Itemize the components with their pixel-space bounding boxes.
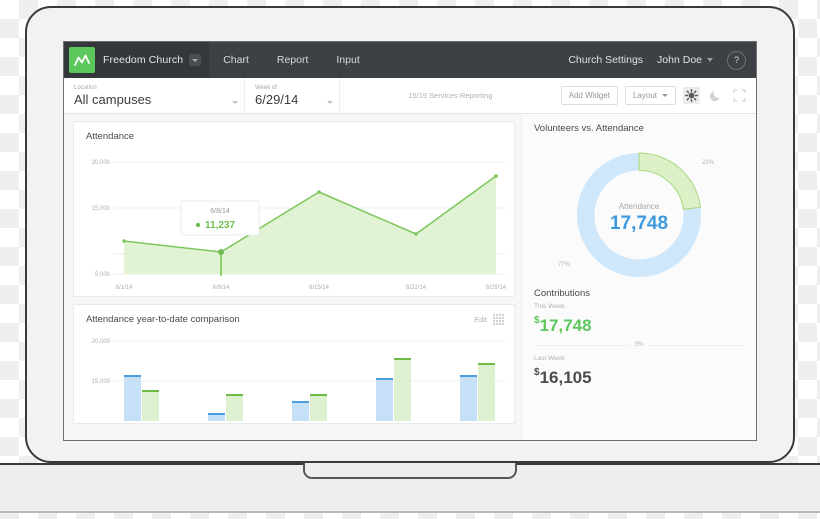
svg-text:20,000: 20,000 [92, 339, 111, 345]
week-chevron-down-icon [327, 101, 333, 104]
this-week-amount: $17,748 [534, 311, 744, 335]
drag-grid-icon[interactable] [493, 314, 504, 325]
nav-tabs: Chart Report Input [209, 42, 374, 78]
ytd-chart-title: Attendance year-to-date comparison [86, 314, 240, 325]
user-chevron-down-icon [707, 58, 713, 62]
location-chevron-down-icon [232, 101, 238, 104]
volunteers-card-title: Volunteers vs. Attendance [534, 123, 644, 134]
top-navbar: Freedom Church Chart Report Input Church… [64, 42, 756, 78]
app-screen: Freedom Church Chart Report Input Church… [63, 41, 757, 441]
contributions-card-title: Contributions [534, 288, 590, 299]
dashboard-content: Attendance 20,000 15,000 5,000 6/8/14 11… [64, 114, 756, 440]
services-reporting-status: 15/19 Services Reporting [408, 91, 493, 100]
brand-chevron-down-icon[interactable] [189, 54, 202, 66]
user-menu[interactable]: John Doe [657, 54, 713, 66]
attendance-area-chart: 20,000 15,000 5,000 6/8/14 11,237 6/1/14… [92, 160, 507, 291]
svg-text:20,000: 20,000 [92, 160, 111, 166]
week-select[interactable]: Week of 6/29/14 [245, 78, 340, 113]
attendance-chart-title: Attendance [86, 131, 135, 142]
svg-text:5,000: 5,000 [95, 272, 111, 278]
svg-text:15,000: 15,000 [92, 379, 111, 385]
svg-text:Attendance: Attendance [619, 202, 660, 211]
ytd-card-actions: Edit [474, 314, 504, 325]
week-label: Week of [255, 84, 277, 91]
laptop-base-notch [303, 463, 517, 479]
volunteers-card: Volunteers vs. Attendance Attendance 17,… [534, 123, 744, 288]
location-value: All campuses [74, 91, 152, 107]
tab-report[interactable]: Report [263, 54, 323, 66]
widgets-right-column: Volunteers vs. Attendance Attendance 17,… [521, 114, 756, 440]
svg-text:6/1/14: 6/1/14 [116, 285, 133, 291]
dark-mode-button[interactable] [707, 87, 724, 104]
svg-text:23%: 23% [702, 160, 715, 166]
growth-value: 3% [634, 342, 644, 348]
filter-toolbar: Location All campuses Week of 6/29/14 15… [64, 78, 756, 114]
add-widget-button[interactable]: Add Widget [560, 86, 618, 105]
fullscreen-button[interactable] [731, 87, 748, 104]
svg-text:6/15/14: 6/15/14 [309, 285, 330, 291]
location-select[interactable]: Location All campuses [64, 78, 245, 113]
toolbar-actions: Add Widget Layout [560, 78, 756, 113]
nav-right-group: Church Settings John Doe ? [568, 42, 756, 78]
fullscreen-icon [733, 89, 746, 102]
last-week-amount: $16,105 [534, 363, 744, 387]
layout-label: Layout [632, 91, 657, 100]
ytd-comparison-card: Attendance year-to-date comparison Edit … [73, 304, 515, 424]
ytd-edit-button[interactable]: Edit [474, 315, 487, 324]
moon-icon [709, 90, 720, 101]
user-name: John Doe [657, 54, 702, 66]
app-logo-icon [69, 47, 95, 73]
svg-text:15,000: 15,000 [92, 206, 111, 212]
sun-icon [685, 89, 698, 102]
svg-text:17,748: 17,748 [610, 213, 668, 234]
tab-input[interactable]: Input [322, 54, 373, 66]
light-mode-button[interactable] [683, 87, 700, 104]
svg-text:6/8/14: 6/8/14 [213, 285, 230, 291]
ytd-bar-chart: 20,000 15,000 [92, 339, 506, 421]
svg-text:77%: 77% [558, 262, 571, 268]
tab-chart[interactable]: Chart [209, 54, 263, 66]
church-settings-link[interactable]: Church Settings [568, 54, 643, 66]
this-week-value: 17,748 [539, 316, 592, 335]
layout-chevron-down-icon [662, 94, 668, 97]
widgets-left-column: Attendance 20,000 15,000 5,000 6/8/14 11… [64, 114, 521, 440]
this-week-label: This Week [534, 303, 565, 310]
laptop-mockup: Freedom Church Chart Report Input Church… [0, 0, 820, 519]
volunteers-donut-chart: Attendance 17,748 23% 77% [558, 152, 715, 278]
location-label: Location [74, 84, 97, 91]
svg-text:6/22/14: 6/22/14 [406, 285, 427, 291]
last-week-label: Last Week [534, 355, 565, 362]
contributions-card: Contributions This Week $17,748 3% Last … [534, 288, 745, 387]
growth-indicator: 3% [534, 342, 745, 348]
week-value: 6/29/14 [255, 91, 299, 107]
svg-text:11,237: 11,237 [205, 220, 235, 231]
attendance-chart-card: Attendance 20,000 15,000 5,000 6/8/14 11… [73, 121, 515, 297]
brand-name: Freedom Church [103, 54, 184, 66]
svg-text:6/29/14: 6/29/14 [486, 285, 507, 291]
layout-button[interactable]: Layout [624, 86, 676, 105]
help-button[interactable]: ? [727, 50, 746, 70]
donut-chart-wrap: Attendance 17,748 23% 77% [534, 138, 744, 288]
svg-text:6/8/14: 6/8/14 [210, 208, 230, 215]
growth-line-right [649, 344, 745, 346]
growth-line-left [534, 344, 629, 346]
brand-area[interactable]: Freedom Church [64, 42, 210, 78]
last-week-value: 16,105 [539, 368, 592, 387]
